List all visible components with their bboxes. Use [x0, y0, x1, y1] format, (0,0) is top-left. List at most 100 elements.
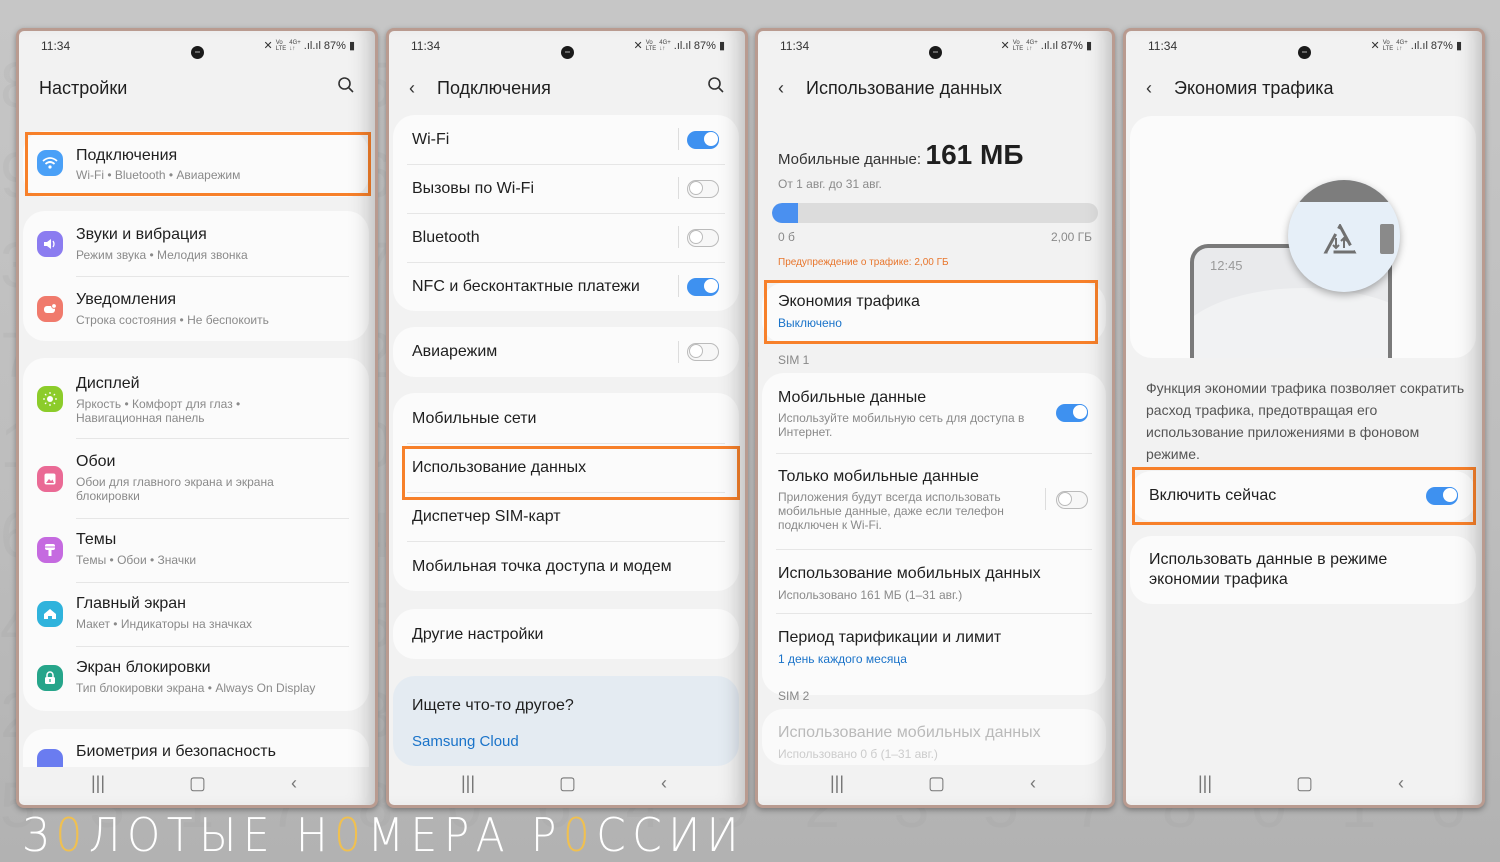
item-title: Биометрия и безопасность: [76, 743, 276, 760]
item-sim2-data-usage[interactable]: Использование мобильных данных Использов…: [762, 709, 1106, 765]
watermark-zero: 0: [562, 808, 597, 862]
highlight-frame: [1132, 467, 1476, 525]
settings-item-biometrics[interactable]: Биометрия и безопасность: [23, 729, 369, 767]
highlight-frame: [402, 446, 740, 500]
front-camera: [561, 46, 574, 59]
settings-item-home-screen[interactable]: Главный экран Макет • Индикаторы на знач…: [23, 582, 369, 646]
home-button-icon[interactable]: ▢: [928, 773, 945, 794]
search-icon[interactable]: [337, 76, 355, 99]
item-hotspot[interactable]: Мобильная точка доступа и модем: [393, 541, 739, 591]
item-subtitle: Использовано 161 МБ (1–31 авг.): [778, 588, 963, 602]
wifi-toggle[interactable]: [687, 131, 719, 149]
home-button-icon[interactable]: ▢: [559, 773, 576, 794]
recents-icon[interactable]: |||: [91, 773, 105, 794]
item-title: Дисплей: [76, 375, 140, 392]
billing-period: От 1 авг. до 31 авг.: [778, 177, 882, 191]
wifi-calling-toggle[interactable]: [687, 180, 719, 198]
separator: [678, 341, 679, 363]
item-billing-cycle[interactable]: Период тарификации и лимит 1 день каждог…: [762, 613, 1106, 677]
settings-item-themes[interactable]: Темы Темы • Обои • Значки: [23, 518, 369, 582]
item-subtitle: 1 день каждого месяца: [778, 652, 907, 666]
recents-icon[interactable]: |||: [830, 773, 844, 794]
app-bar: Настройки: [39, 73, 355, 103]
item-nfc[interactable]: NFC и бесконтактные платежи: [393, 262, 739, 311]
item-use-data-in-saver[interactable]: Использовать данные в режиме экономии тр…: [1130, 536, 1476, 604]
item-mobile-data-usage[interactable]: Использование мобильных данных Использов…: [762, 549, 1106, 613]
back-button-icon[interactable]: ‹: [291, 773, 297, 794]
nfc-toggle[interactable]: [687, 278, 719, 296]
battery-icon: ▮: [1455, 40, 1462, 52]
item-title: Период тарификации и лимит: [778, 629, 1002, 646]
biometrics-icon: [37, 749, 63, 767]
back-arrow-icon[interactable]: ‹: [409, 78, 437, 99]
item-subtitle: Строка состояния • Не беспокоить: [76, 313, 269, 327]
item-wifi-calling[interactable]: Вызовы по Wi-Fi: [393, 164, 739, 213]
phone-data-saver-screen: 11:34 ✕ Vo LTE 4G+ ↓↑ .ıl.ıl 87% ▮ ‹ Эконо…: [1123, 28, 1485, 808]
item-title: Обои: [76, 453, 116, 470]
item-title: NFC и бесконтактные платежи: [412, 278, 640, 295]
themes-icon: [37, 537, 63, 563]
item-title: Звуки и вибрация: [76, 226, 207, 243]
mobile-data-value: 161 МБ: [925, 139, 1024, 170]
front-camera: [929, 46, 942, 59]
item-other-settings[interactable]: Другие настройки: [393, 609, 739, 659]
home-button-icon[interactable]: ▢: [1296, 773, 1313, 794]
bar-max-label: 2,00 ГБ: [1050, 230, 1092, 244]
item-title: Диспетчер SIM-карт: [412, 508, 561, 525]
recents-icon[interactable]: |||: [461, 773, 475, 794]
item-title: Темы: [76, 531, 117, 548]
item-mobile-data[interactable]: Мобильные данные Используйте мобильную с…: [762, 373, 1106, 453]
item-airplane[interactable]: Авиарежим: [393, 327, 739, 377]
magnifier-statusbar: [1288, 180, 1400, 202]
status-icons: ✕ Vo LTE 4G+ ↓↑ .ıl.ıl 87% ▮: [263, 39, 355, 53]
item-mobile-networks[interactable]: Мобильные сети: [393, 393, 739, 443]
app-bar: ‹ Подключения: [409, 73, 725, 103]
item-subtitle: Использовано 0 б (1–31 авг.): [778, 747, 938, 761]
settings-item-wallpaper[interactable]: Обои Обои для главного экрана и экрана б…: [23, 438, 369, 518]
back-arrow-icon[interactable]: ‹: [1146, 78, 1174, 99]
item-mobile-data-only[interactable]: Только мобильные данные Приложения будут…: [762, 453, 1106, 549]
item-wifi[interactable]: Wi-Fi: [393, 115, 739, 164]
samsung-cloud-link[interactable]: Samsung Cloud: [412, 733, 519, 750]
back-arrow-icon[interactable]: ‹: [778, 78, 806, 99]
back-button-icon[interactable]: ‹: [1398, 773, 1404, 794]
item-subtitle: Используйте мобильную сеть для доступа в…: [778, 411, 1025, 439]
item-bluetooth[interactable]: Bluetooth: [393, 213, 739, 262]
settings-item-lock-screen[interactable]: Экран блокировки Тип блокировки экрана •…: [23, 646, 369, 710]
recents-icon[interactable]: |||: [1198, 773, 1212, 794]
mobile-data-toggle[interactable]: [1056, 404, 1088, 422]
item-title: Другие настройки: [412, 626, 544, 643]
item-title: Использовать данные в режиме экономии тр…: [1149, 551, 1388, 588]
usage-progress-fill: [772, 203, 799, 223]
battery-percent: 87%: [693, 39, 716, 52]
signal-icon: .ıl.ıl: [1040, 39, 1058, 52]
back-button-icon[interactable]: ‹: [661, 773, 667, 794]
watermark-part: З: [22, 808, 56, 862]
battery-illustration-icon: [1380, 224, 1394, 254]
home-button-icon[interactable]: ▢: [189, 773, 206, 794]
bluetooth-toggle[interactable]: [687, 229, 719, 247]
airplane-toggle[interactable]: [687, 343, 719, 361]
signal-icon: .ıl.ıl: [673, 39, 691, 52]
item-subtitle: Макет • Индикаторы на значках: [76, 617, 252, 631]
lock-icon: [37, 665, 63, 691]
settings-item-sounds[interactable]: Звуки и вибрация Режим звука • Мелодия з…: [23, 211, 369, 276]
settings-item-notifications[interactable]: Уведомления Строка состояния • Не беспок…: [23, 276, 369, 341]
search-icon[interactable]: [707, 76, 725, 99]
sim2-header: SIM 2: [778, 689, 810, 703]
app-bar: ‹ Экономия трафика: [1146, 73, 1462, 103]
mobile-data-summary: Мобильные данные: 161 МБ: [778, 139, 1023, 171]
back-button-icon[interactable]: ‹: [1030, 773, 1036, 794]
notifications-icon: [37, 296, 63, 322]
network-type-icon: Vo LTE: [1012, 39, 1024, 52]
mute-icon: ✕: [1000, 40, 1010, 52]
mobile-data-only-toggle[interactable]: [1056, 491, 1088, 509]
page-title: Использование данных: [806, 77, 1002, 98]
settings-item-display[interactable]: Дисплей Яркость • Комфорт для глаз • Нав…: [23, 358, 369, 438]
watermark-part: МЕРА Р: [367, 808, 563, 862]
battery-percent: 87%: [1060, 39, 1083, 52]
mobile-data-label: Мобильные данные:: [778, 151, 922, 168]
separator: [678, 128, 679, 150]
illustration-time: 12:45: [1210, 258, 1243, 273]
home-icon: [37, 601, 63, 627]
